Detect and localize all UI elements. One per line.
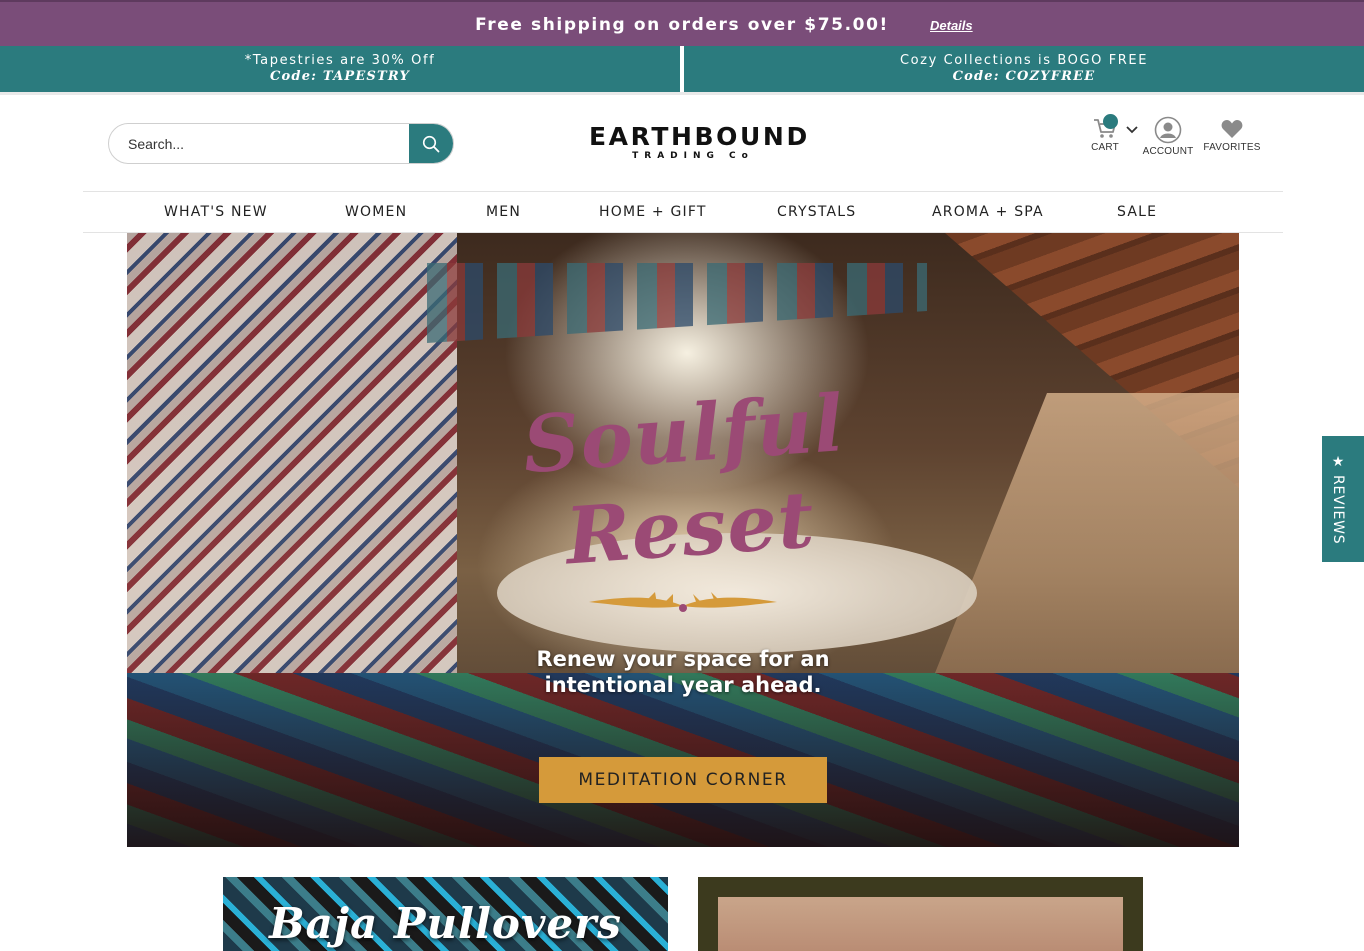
hero-subtitle-line: intentional year ahead.: [544, 673, 822, 697]
heart-icon: [1221, 120, 1243, 138]
nav-item-whats-new[interactable]: WHAT'S NEW: [164, 204, 268, 220]
hero-subtitle: Renew your space for an intentional year…: [127, 646, 1239, 698]
hero-banner[interactable]: Soulful Reset Renew your space for an in…: [127, 233, 1239, 847]
chevron-down-icon[interactable]: [1125, 124, 1139, 136]
search-icon: [422, 135, 440, 152]
nav-item-home-gift[interactable]: HOME + GIFT: [599, 204, 707, 220]
promo-details-link[interactable]: Details: [930, 18, 973, 33]
nav-item-men[interactable]: MEN: [486, 204, 521, 220]
promo-code-banner-tapestry[interactable]: *Tapestries are 30% Off Code: TAPESTRY: [0, 46, 680, 92]
search-button[interactable]: [409, 124, 453, 163]
favorites-label: FAVORITES: [1203, 142, 1261, 153]
hero-title: Soulful Reset: [481, 374, 893, 589]
star-icon: ★: [1330, 454, 1346, 471]
divider: [0, 92, 1364, 95]
nav-item-women[interactable]: WOMEN: [345, 204, 407, 220]
cart-count-badge: [1103, 114, 1118, 129]
cart-label: CART: [1091, 142, 1119, 153]
reviews-tab-content: ★ REVIEWS: [1330, 454, 1346, 544]
promo-code-description: *Tapestries are 30% Off: [244, 53, 436, 68]
promo-code: Code: TAPESTRY: [270, 69, 410, 84]
search-input[interactable]: [109, 124, 411, 163]
promo-code: Code: COZYFREE: [952, 69, 1096, 84]
hero-garland-image: [427, 263, 927, 343]
promo-code-description: Cozy Collections is BOGO FREE: [899, 53, 1149, 68]
meditation-corner-button[interactable]: MEDITATION CORNER: [539, 757, 827, 803]
reviews-tab[interactable]: ★ REVIEWS: [1322, 436, 1364, 562]
account-label: ACCOUNT: [1142, 146, 1194, 157]
nav-item-crystals[interactable]: CRYSTALS: [777, 204, 856, 220]
category-tile-baja-pullovers[interactable]: Baja Pullovers: [223, 877, 668, 951]
promo-code-banner-cozy[interactable]: Cozy Collections is BOGO FREE Code: COZY…: [684, 46, 1364, 92]
cart-button[interactable]: CART: [1084, 114, 1126, 153]
tile-image: [718, 897, 1123, 951]
account-button[interactable]: ACCOUNT: [1140, 116, 1196, 157]
nav-item-sale[interactable]: SALE: [1117, 204, 1157, 220]
promo-bar: Free shipping on orders over $75.00! Det…: [0, 0, 1364, 46]
leaf-ornament-icon: [589, 592, 777, 612]
search-form: [108, 123, 454, 164]
reviews-label: REVIEWS: [1330, 474, 1346, 545]
nav-item-aroma-spa[interactable]: AROMA + SPA: [932, 204, 1044, 220]
favorites-button[interactable]: FAVORITES: [1202, 118, 1262, 153]
main-nav: WHAT'S NEW WOMEN MEN HOME + GIFT CRYSTAL…: [83, 191, 1283, 233]
logo-tagline: TRADING Co: [632, 151, 754, 161]
hero-subtitle-line: Renew your space for an: [536, 647, 830, 671]
promo-text: Free shipping on orders over $75.00!: [475, 15, 889, 35]
tile-title: Baja Pullovers: [269, 899, 622, 948]
site-logo[interactable]: EARTHBOUND TRADING Co: [589, 122, 810, 162]
logo-wordmark: EARTHBOUND: [589, 122, 810, 151]
category-tile[interactable]: [698, 877, 1143, 951]
user-icon: [1154, 116, 1182, 144]
